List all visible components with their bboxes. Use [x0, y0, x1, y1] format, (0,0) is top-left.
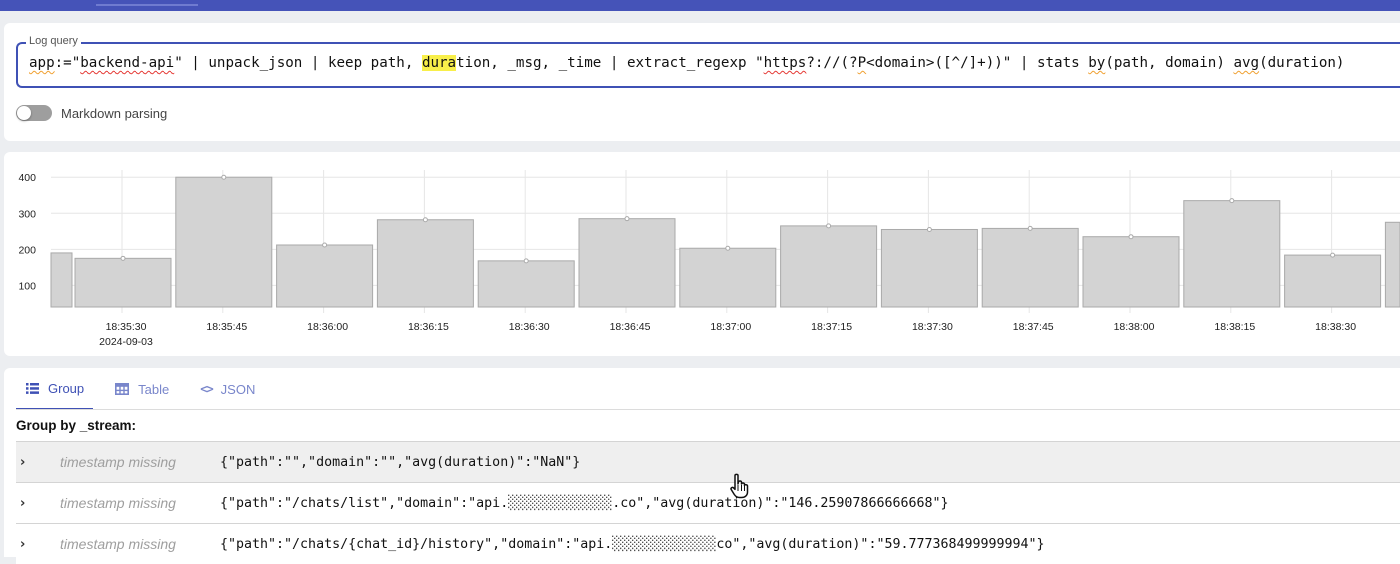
chart-bar [880, 228, 978, 308]
tab-group[interactable]: Group [16, 368, 94, 410]
toggle-knob [17, 106, 31, 120]
top-tab-indicator [96, 4, 198, 6]
markdown-parsing-label: Markdown parsing [61, 105, 168, 121]
bar-point [221, 174, 227, 180]
x-tick-label: 18:35:45 [206, 321, 247, 333]
query-segment: avg [1233, 55, 1260, 71]
x-tick-label: 18:35:30 [106, 321, 147, 333]
chart-bar [276, 244, 374, 308]
log-query-input[interactable]: Log query app:="backend-api" | unpack_js… [16, 35, 1400, 88]
x-tick-label: 18:37:00 [710, 321, 751, 333]
x-tick-label: 18:37:45 [1013, 321, 1054, 333]
chart-bar [679, 247, 777, 308]
y-tick-label: 200 [18, 244, 36, 256]
query-segment: " | unpack_json | keep path, [174, 55, 422, 71]
bar-point [926, 226, 932, 232]
chart-bar [477, 260, 575, 308]
row-message: {"path":"/chats/{chat_id}/history","doma… [220, 536, 1045, 552]
group-rows: › timestamp missing {"path":"","domain":… [16, 441, 1400, 564]
results-panel: Group Table <> JSON Group by _stream: › … [4, 368, 1400, 564]
query-segment: (duration) [1259, 55, 1345, 71]
query-segment: app [29, 55, 55, 71]
chevron-right-icon[interactable]: › [20, 455, 36, 470]
row-message: {"path":"","domain":"","avg(duration)":"… [220, 454, 581, 470]
bar-point [1330, 252, 1336, 258]
query-segment: tion, _msg, _time | extract_regexp " [456, 55, 764, 71]
row-message: {"path":"/chats/list","domain":"api.░░░░… [220, 495, 949, 511]
bar-point [523, 258, 529, 264]
chevron-right-icon[interactable]: › [20, 496, 36, 511]
toggle-switch[interactable] [16, 105, 52, 121]
tab-json[interactable]: <> JSON [190, 368, 264, 410]
table-icon [115, 383, 130, 395]
bar-point [1128, 234, 1134, 240]
chart-bar [376, 219, 474, 308]
row-timestamp: timestamp missing [60, 495, 176, 511]
top-app-bar [0, 0, 1400, 11]
chart-bar [578, 218, 676, 308]
table-row[interactable]: › timestamp missing {"path":"","domain":… [16, 441, 1400, 482]
query-segment: <domain>([^/]+))" | stats [866, 55, 1089, 71]
hand-cursor-icon [730, 473, 749, 499]
x-tick-label: 18:37:30 [912, 321, 953, 333]
row-timestamp: timestamp missing [60, 536, 176, 552]
bar-point [1229, 198, 1235, 204]
y-tick-label: 400 [18, 172, 36, 184]
bar-point [422, 217, 428, 223]
chart-bar [1284, 254, 1382, 308]
tabs-divider [16, 409, 1400, 410]
chart-bar [981, 227, 1079, 308]
bar-point [725, 245, 731, 251]
query-panel: Log query app:="backend-api" | unpack_js… [4, 23, 1400, 141]
list-icon [26, 382, 39, 394]
y-tick-label: 300 [18, 208, 36, 220]
log-query-text[interactable]: app:="backend-api" | unpack_json | keep … [29, 55, 1344, 71]
chevron-right-icon[interactable]: › [20, 537, 36, 552]
x-tick-label: 18:36:15 [408, 321, 449, 333]
chart-bar [50, 252, 73, 308]
y-tick-label: 100 [18, 280, 36, 292]
chart-bar [1183, 200, 1281, 308]
chart-bar [74, 257, 172, 308]
bar-point [120, 255, 126, 261]
query-segment: dura [421, 55, 457, 71]
bar-point [624, 216, 630, 222]
tab-table[interactable]: Table [105, 368, 178, 410]
query-segment: P [857, 55, 867, 71]
query-segment: (path, domain) [1105, 55, 1234, 71]
markdown-parsing-toggle[interactable]: Markdown parsing [16, 103, 167, 123]
x-tick-label: 18:37:15 [811, 321, 852, 333]
code-icon: <> [200, 382, 213, 396]
query-segment: backend-api [80, 55, 175, 71]
hits-chart-panel: 100 200 300 400 18:35:30 18:35:45 18:36:00 18:3… [4, 152, 1400, 356]
x-tick-label: 18:36:45 [610, 321, 651, 333]
table-row[interactable]: › timestamp missing {"path":"/chats/list… [16, 482, 1400, 523]
bar-point [322, 242, 328, 248]
row-timestamp: timestamp missing [60, 454, 176, 470]
query-segment: by [1088, 55, 1106, 71]
chart-bar [780, 225, 878, 308]
query-segment: ?://(? [806, 55, 858, 71]
query-segment: https [763, 55, 807, 71]
tab-group-label: Group [48, 380, 85, 396]
x-tick-label: 18:38:00 [1114, 321, 1155, 333]
chart-bar [175, 176, 273, 308]
bar-point [826, 223, 832, 229]
x-tick-label: 18:38:30 [1315, 321, 1356, 333]
bar-point [1027, 225, 1033, 231]
bar-chart[interactable]: 100 200 300 400 18:35:30 18:35:45 18:36:00 18:3… [4, 152, 1400, 356]
log-query-legend: Log query [26, 35, 81, 47]
query-segment: :=" [54, 55, 81, 71]
x-tick-label: 18:36:00 [307, 321, 348, 333]
tab-table-label: Table [138, 381, 170, 397]
x-tick-label: 18:36:30 [509, 321, 550, 333]
table-row[interactable]: › timestamp missing {"path":"/chats/{cha… [16, 523, 1400, 564]
x-tick-label: 18:38:15 [1214, 321, 1255, 333]
chart-bar [1082, 236, 1180, 308]
x-date-label: 2024-09-03 [99, 336, 153, 348]
view-tabs: Group Table <> JSON [16, 368, 276, 410]
tab-json-label: JSON [220, 381, 256, 397]
group-heading: Group by _stream: [16, 418, 137, 433]
chart-bar [1384, 221, 1400, 308]
